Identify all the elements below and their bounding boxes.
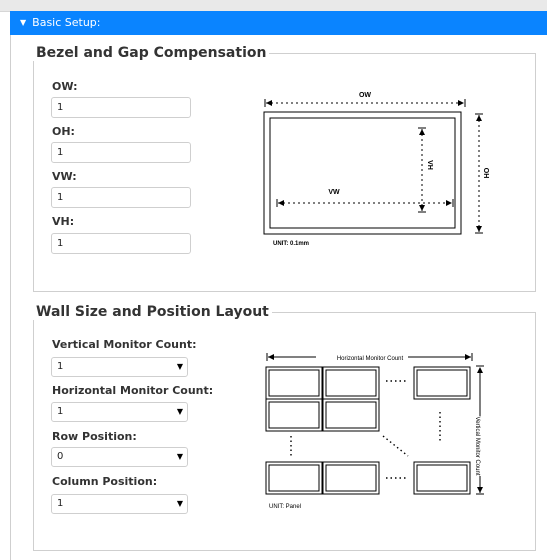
- panel-left-border: [10, 35, 11, 560]
- oh-label: OH:: [52, 125, 75, 138]
- vh-diagram-label: VH: [426, 160, 433, 170]
- oh-diagram-label: OH: [482, 168, 489, 179]
- caret-down-icon[interactable]: ▼: [20, 11, 26, 35]
- horizontal-count-label: Horizontal Monitor Count:: [52, 384, 214, 397]
- column-position-label: Column Position:: [52, 475, 158, 488]
- chevron-down-icon[interactable]: ▼: [177, 403, 183, 421]
- column-position-select[interactable]: 1 ▼: [51, 494, 188, 514]
- oh-input[interactable]: 1: [51, 142, 191, 163]
- vertical-count-diagram-label: Vertical Monitor Count: [474, 416, 480, 475]
- vw-diagram-label: VW: [328, 189, 340, 196]
- row-position-select[interactable]: 0 ▼: [51, 447, 188, 467]
- column-position-value: 1: [57, 498, 64, 509]
- bezel-unit-label: UNIT: 0.1mm: [273, 241, 309, 247]
- horizontal-count-select[interactable]: 1 ▼: [51, 402, 188, 422]
- bezel-legend: Bezel and Gap Compensation: [36, 45, 267, 61]
- row-position-value: 0: [57, 451, 64, 462]
- bezel-diagram: OW OH VW VH UNIT: 0.1mm: [263, 92, 489, 247]
- inner-frame: [269, 117, 456, 229]
- vertical-count-value: 1: [57, 361, 64, 372]
- vw-input[interactable]: 1: [51, 187, 191, 208]
- wall-legend: Wall Size and Position Layout: [36, 304, 269, 320]
- wall-diagram: Horizontal Monitor Count Vertical Monito…: [265, 353, 484, 510]
- chevron-down-icon[interactable]: ▼: [177, 495, 183, 513]
- outer-frame: [263, 111, 462, 235]
- vertical-count-select[interactable]: 1 ▼: [51, 357, 188, 377]
- ow-label: OW:: [52, 80, 78, 93]
- vw-label: VW:: [52, 170, 77, 183]
- row-position-label: Row Position:: [52, 430, 137, 443]
- ow-input[interactable]: 1: [51, 97, 191, 118]
- ow-diagram-label: OW: [359, 92, 371, 99]
- chevron-down-icon[interactable]: ▼: [177, 358, 183, 376]
- basic-setup-title: Basic Setup:: [32, 16, 101, 29]
- wall-unit-label: UNIT: Panel: [269, 504, 301, 510]
- chevron-down-icon[interactable]: ▼: [177, 448, 183, 466]
- vertical-count-label: Vertical Monitor Count:: [52, 338, 197, 351]
- vh-input[interactable]: 1: [51, 233, 191, 254]
- vh-label: VH:: [52, 215, 75, 228]
- basic-setup-header[interactable]: ▼ Basic Setup:: [10, 11, 547, 35]
- horizontal-count-value: 1: [57, 406, 64, 417]
- horizontal-count-diagram-label: Horizontal Monitor Count: [337, 356, 404, 362]
